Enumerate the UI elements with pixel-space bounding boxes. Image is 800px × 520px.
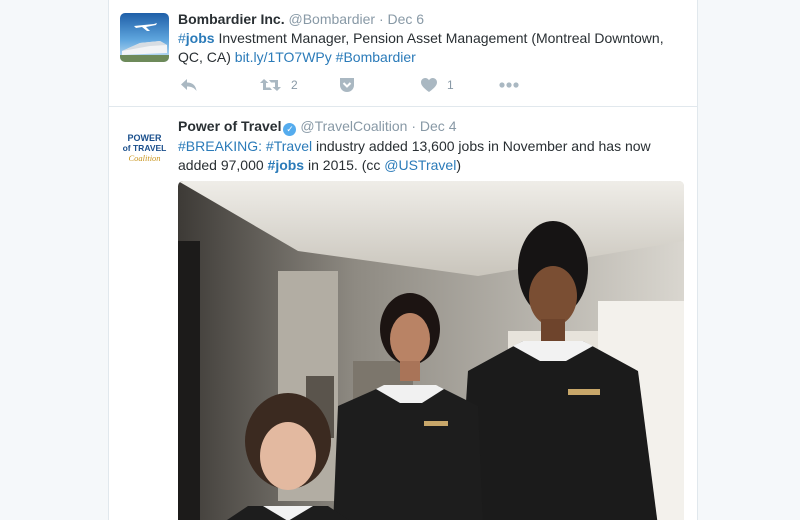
- save-icon: [340, 78, 354, 92]
- url-link[interactable]: bit.ly/1TO7WPy: [235, 49, 332, 65]
- separator: ·: [411, 118, 417, 134]
- hashtag-link[interactable]: #Bombardier: [336, 49, 416, 65]
- tweet[interactable]: Bombardier Inc. @Bombardier · Dec 6 #job…: [109, 0, 697, 107]
- hashtag-link[interactable]: #BREAKING:: [178, 138, 262, 154]
- like-count: 1: [447, 78, 454, 92]
- hashtag-link[interactable]: #Travel: [266, 138, 312, 154]
- hotel-staff-photo-icon: [178, 181, 684, 520]
- reply-button[interactable]: [180, 74, 198, 96]
- tweet-body: in 2015. (cc: [304, 157, 385, 173]
- author-name[interactable]: Power of Travel: [178, 118, 281, 134]
- mention-link[interactable]: @USTravel: [384, 157, 456, 173]
- separator: ·: [378, 11, 384, 27]
- hashtag-link[interactable]: #jobs: [178, 30, 215, 46]
- hashtag-word: jobs: [185, 30, 215, 46]
- tweet-body: ): [456, 157, 461, 173]
- like-button[interactable]: 1: [421, 74, 454, 96]
- heart-icon: [421, 77, 437, 92]
- logo-line3: Coalition: [128, 153, 160, 163]
- save-button[interactable]: [339, 74, 355, 96]
- avatar[interactable]: [120, 13, 169, 62]
- retweet-count: 2: [291, 78, 298, 92]
- more-icon: [499, 82, 519, 88]
- hashtag-link[interactable]: #jobs: [268, 157, 305, 173]
- tweet-text: #BREAKING: #Travel industry added 13,600…: [178, 137, 685, 175]
- retweet-icon: [260, 79, 281, 91]
- timeline: Bombardier Inc. @Bombardier · Dec 6 #job…: [108, 0, 698, 520]
- timestamp[interactable]: Dec 4: [420, 118, 457, 134]
- verified-icon: ✓: [283, 123, 297, 136]
- logo-line2: of TRAVEL: [123, 143, 167, 153]
- avatar[interactable]: POWER of TRAVEL Coalition: [120, 123, 169, 172]
- more-button[interactable]: [499, 74, 519, 96]
- retweet-button[interactable]: 2: [260, 74, 298, 96]
- bombardier-logo-icon: [120, 13, 169, 62]
- author-username[interactable]: @TravelCoalition: [300, 118, 407, 134]
- power-of-travel-logo-icon: POWER of TRAVEL Coalition: [120, 123, 169, 172]
- tweet-actions: 2 1: [178, 74, 598, 96]
- author-name[interactable]: Bombardier Inc.: [178, 11, 285, 27]
- author-username[interactable]: @Bombardier: [288, 11, 375, 27]
- reply-icon: [181, 79, 197, 91]
- tweet-photo[interactable]: [178, 181, 684, 520]
- tweet-text: #jobs Investment Manager, Pension Asset …: [178, 29, 685, 67]
- logo-line1: POWER: [127, 133, 162, 143]
- timestamp[interactable]: Dec 6: [388, 11, 425, 27]
